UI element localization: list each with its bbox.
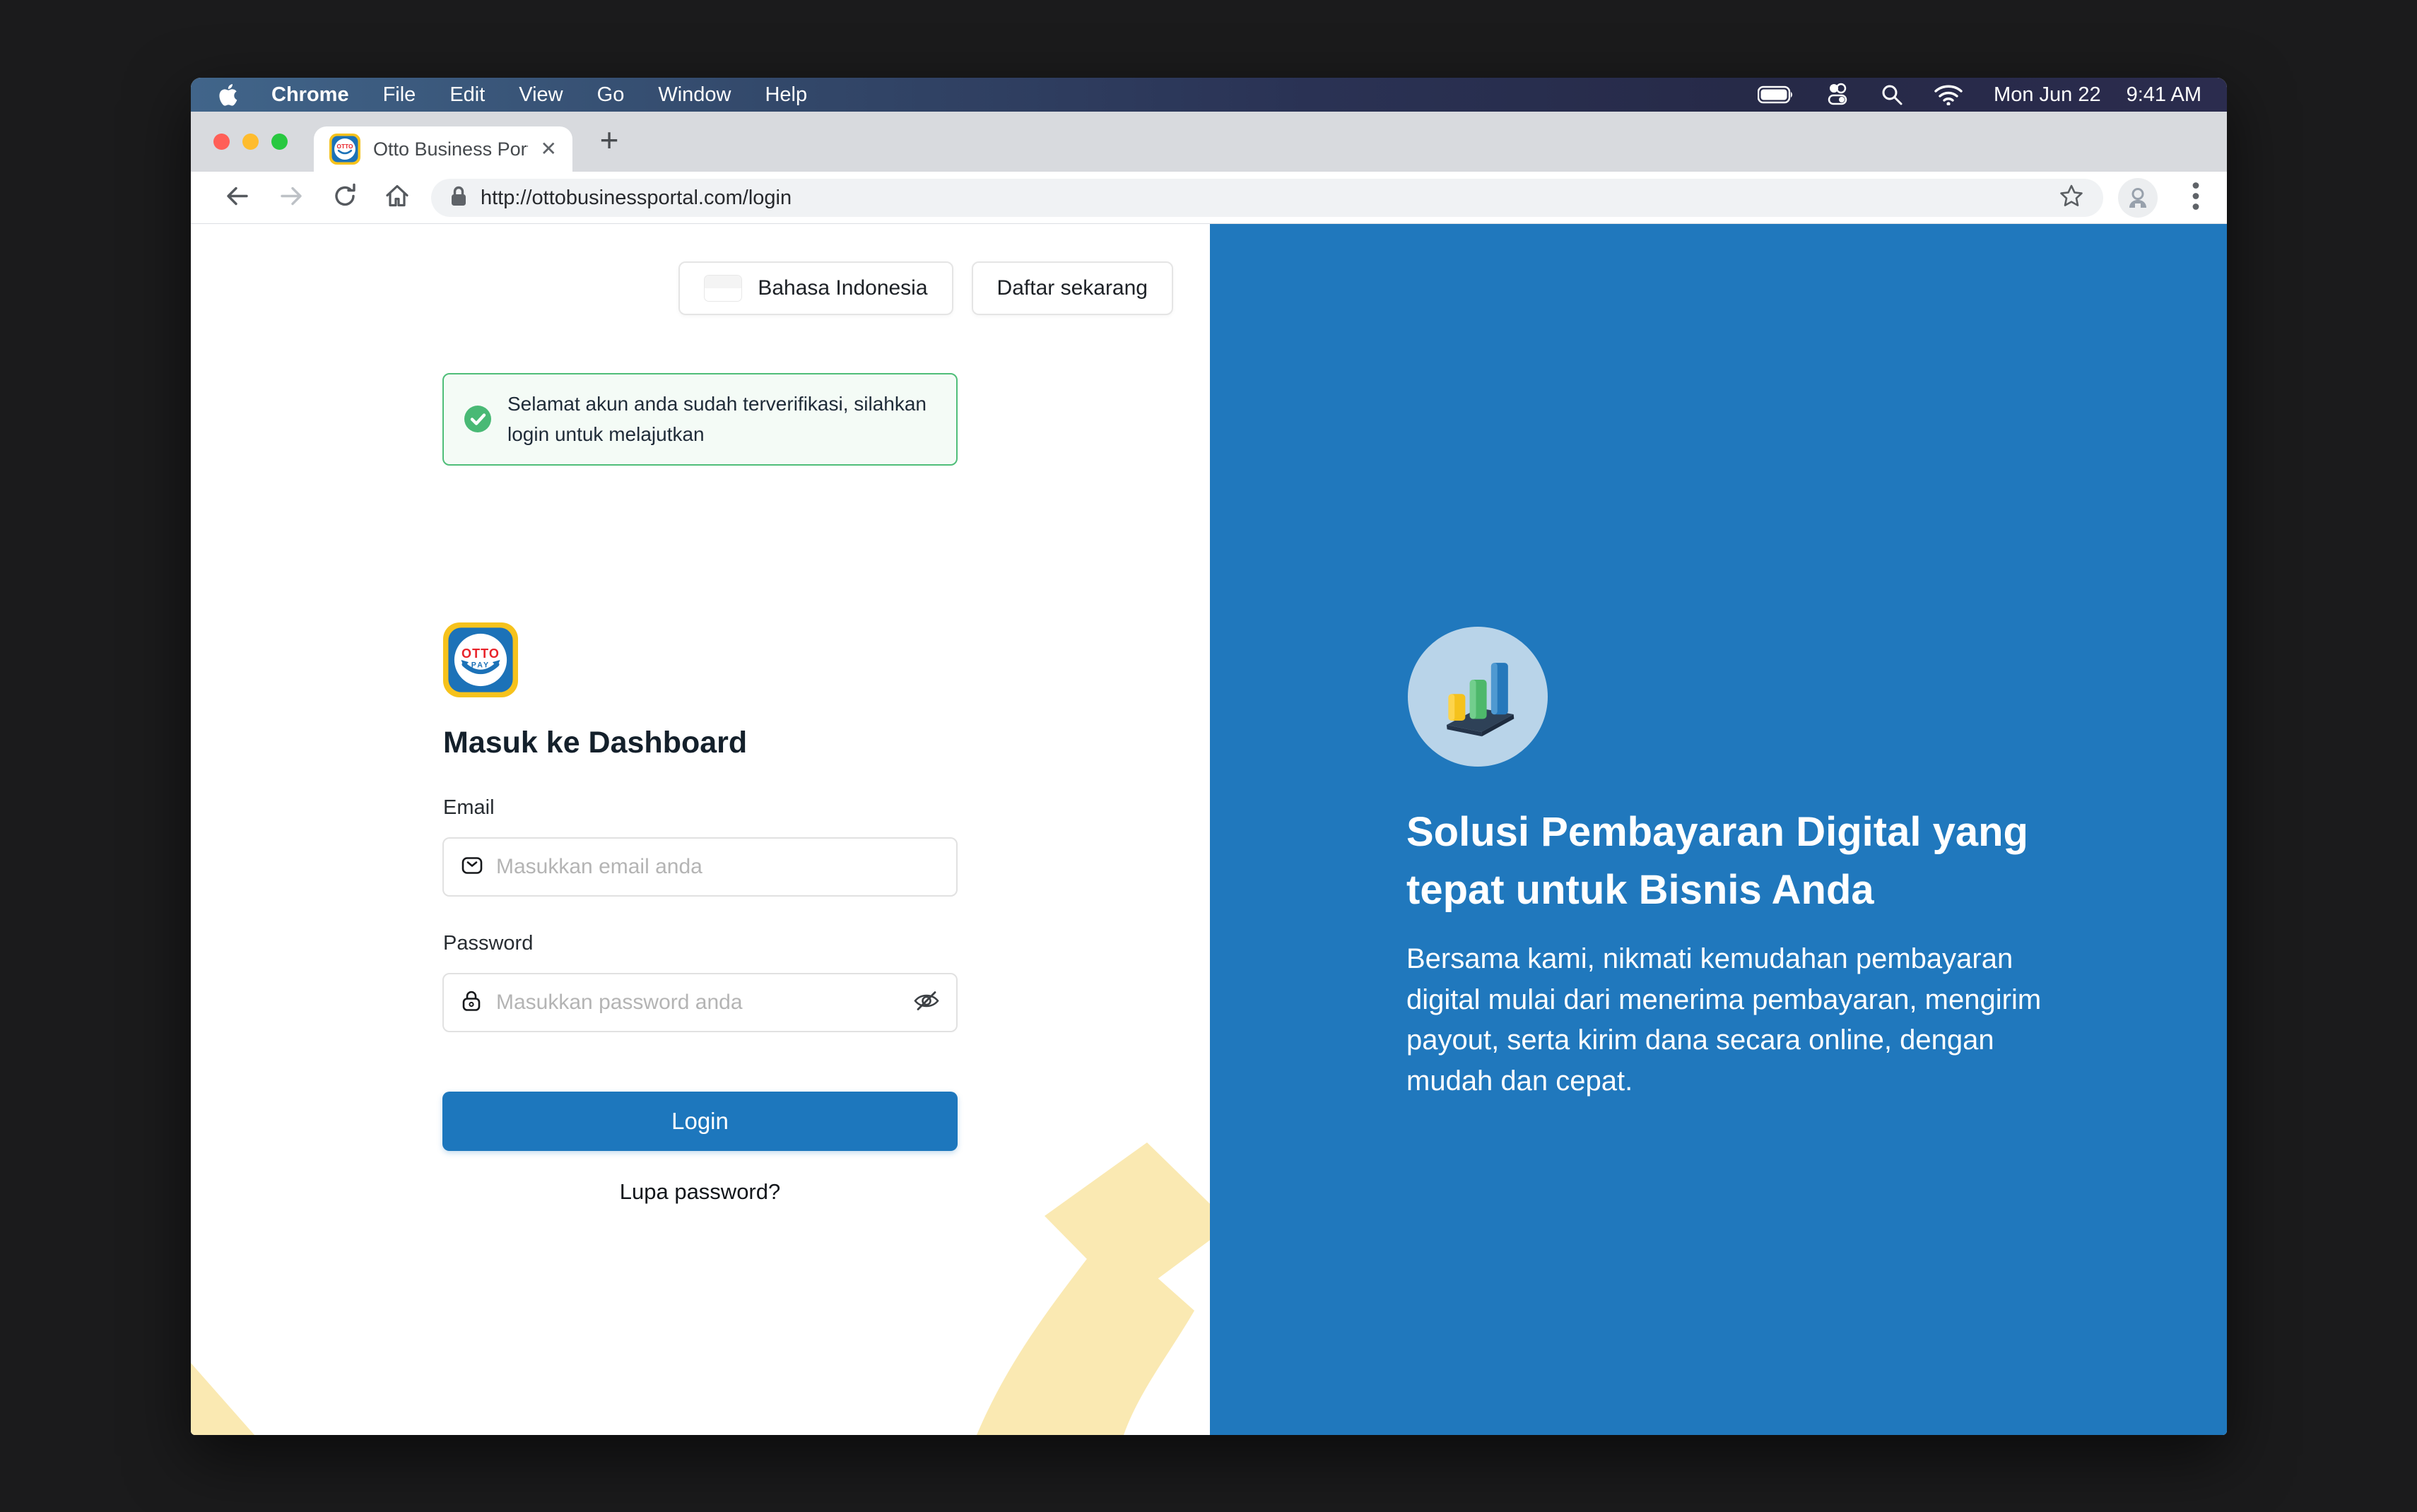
menubar-item-go[interactable]: Go xyxy=(597,83,625,107)
window-controls xyxy=(213,134,288,150)
page-content: Bahasa Indonesia Daftar sekarang Selamat… xyxy=(191,224,2227,1435)
password-field-wrapper xyxy=(442,973,958,1032)
language-selector-label: Bahasa Indonesia xyxy=(758,276,927,300)
control-center-icon[interactable] xyxy=(1825,83,1849,107)
screen: Chrome File Edit View Go Window Help xyxy=(0,0,2417,1512)
new-tab-button[interactable]: + xyxy=(591,122,628,158)
promo-panel: Solusi Pembayaran Digital yang tepat unt… xyxy=(1210,224,2227,1435)
menubar-item-edit[interactable]: Edit xyxy=(449,83,485,107)
browser-tab[interactable]: OTTO Otto Business Portal ✕ xyxy=(314,126,572,172)
menubar-date[interactable]: Mon Jun 22 xyxy=(1994,83,2101,107)
logo-text-pay: PAY xyxy=(471,661,490,670)
success-alert-text: Selamat akun anda sudah terverifikasi, s… xyxy=(507,389,936,450)
email-field-wrapper xyxy=(442,837,958,897)
minimize-window-button[interactable] xyxy=(242,134,259,150)
password-label: Password xyxy=(443,932,533,955)
tab-title: Otto Business Portal xyxy=(373,138,528,160)
reload-icon[interactable] xyxy=(331,182,359,213)
email-input[interactable] xyxy=(442,837,958,897)
browser-profile-avatar[interactable] xyxy=(2118,178,2158,218)
login-heading: Masuk ke Dashboard xyxy=(443,726,747,760)
logo-text-otto: OTTO xyxy=(461,646,500,661)
macos-menubar: Chrome File Edit View Go Window Help xyxy=(191,78,2227,112)
menubar-item-window[interactable]: Window xyxy=(658,83,731,107)
battery-icon[interactable] xyxy=(1758,85,1794,104)
site-lock-icon[interactable] xyxy=(449,185,468,211)
check-circle-icon xyxy=(464,405,492,433)
ottopay-logo: OTTO PAY xyxy=(443,622,518,697)
browser-toolbar: http://ottobusinessportal.com/login xyxy=(191,172,2227,224)
menubar-item-view[interactable]: View xyxy=(519,83,563,107)
password-input[interactable] xyxy=(442,973,958,1032)
zoom-window-button[interactable] xyxy=(271,134,288,150)
promo-heading: Solusi Pembayaran Digital yang tepat unt… xyxy=(1406,803,2088,920)
eye-slash-icon[interactable] xyxy=(912,989,941,1017)
top-buttons-row: Bahasa Indonesia Daftar sekarang xyxy=(678,261,1173,315)
bookmark-star-icon[interactable] xyxy=(2058,183,2085,213)
chart-badge xyxy=(1408,627,1548,767)
mail-icon xyxy=(459,853,485,882)
indonesia-flag-icon xyxy=(704,275,742,302)
lock-icon xyxy=(459,988,483,1017)
menubar-item-chrome[interactable]: Chrome xyxy=(271,83,349,107)
promo-body: Bersama kami, nikmati kemudahan pembayar… xyxy=(1406,939,2081,1101)
forgot-password-link[interactable]: Lupa password? xyxy=(442,1179,958,1205)
url-text[interactable]: http://ottobusinessportal.com/login xyxy=(481,187,2058,210)
menubar-item-help[interactable]: Help xyxy=(765,83,807,107)
register-button[interactable]: Daftar sekarang xyxy=(972,261,1173,315)
tab-close-icon[interactable]: ✕ xyxy=(541,139,557,159)
browser-window: Chrome File Edit View Go Window Help xyxy=(191,78,2227,1435)
apple-menu-icon[interactable] xyxy=(219,84,237,106)
language-selector-button[interactable]: Bahasa Indonesia xyxy=(678,261,953,315)
svg-text:OTTO: OTTO xyxy=(336,143,353,150)
wifi-icon[interactable] xyxy=(1934,84,1963,105)
browser-menu-kebab-icon[interactable] xyxy=(2192,180,2200,215)
search-icon[interactable] xyxy=(1881,83,1903,106)
bar-chart-icon xyxy=(1433,652,1522,741)
success-alert: Selamat akun anda sudah terverifikasi, s… xyxy=(442,373,958,466)
corner-triangle-decoration xyxy=(191,1363,254,1435)
login-button[interactable]: Login xyxy=(442,1092,958,1151)
menubar-time[interactable]: 9:41 AM xyxy=(2127,83,2201,107)
arrow-decoration xyxy=(968,1142,1210,1435)
forward-icon[interactable] xyxy=(277,182,305,213)
tab-strip: OTTO Otto Business Portal ✕ + xyxy=(191,112,2227,172)
url-bar[interactable]: http://ottobusinessportal.com/login xyxy=(431,179,2103,217)
home-icon[interactable] xyxy=(383,182,411,213)
tab-favicon-ottopay: OTTO xyxy=(329,134,360,165)
email-label: Email xyxy=(443,796,495,820)
login-panel: Bahasa Indonesia Daftar sekarang Selamat… xyxy=(191,224,1210,1435)
register-button-label: Daftar sekarang xyxy=(997,276,1148,300)
menubar-item-file[interactable]: File xyxy=(383,83,416,107)
close-window-button[interactable] xyxy=(213,134,230,150)
back-icon[interactable] xyxy=(223,182,252,213)
